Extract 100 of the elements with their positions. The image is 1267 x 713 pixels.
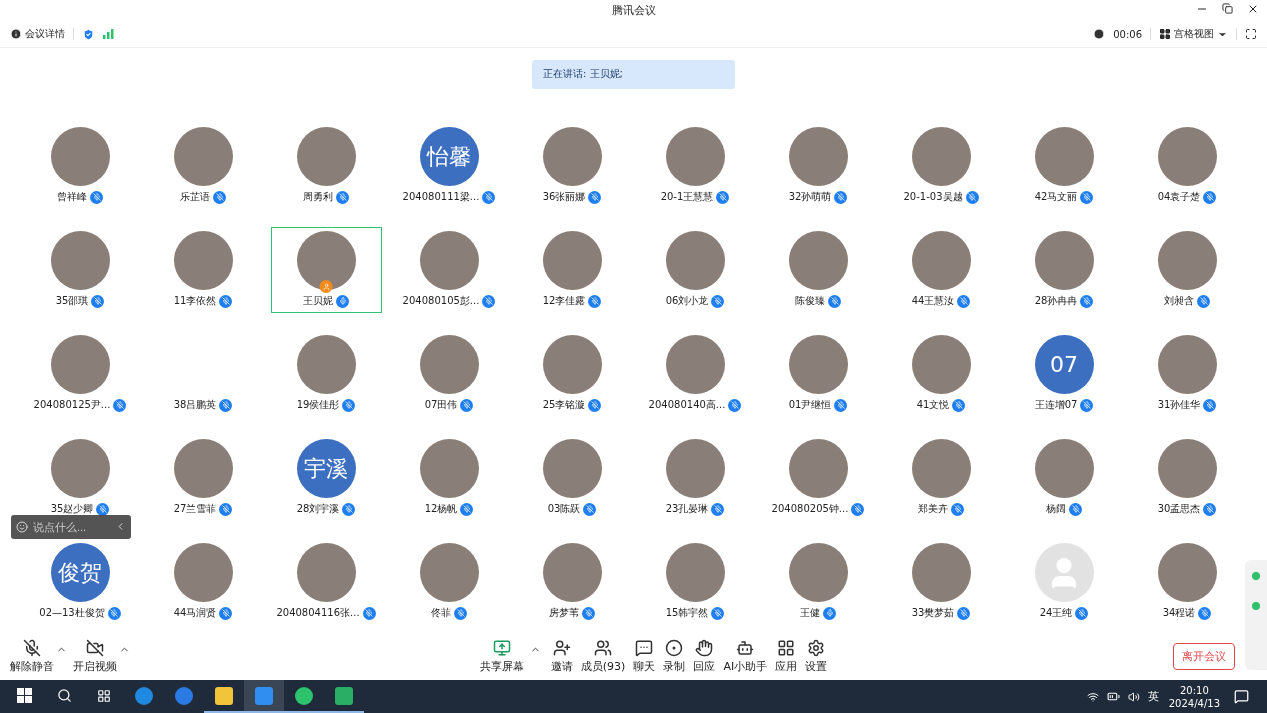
smile-icon[interactable] <box>16 520 28 533</box>
participant-tile[interactable]: 曾祥峰 <box>24 122 136 209</box>
participant-tile[interactable]: 12李佳露 <box>516 226 628 313</box>
view-mode-button[interactable]: 宫格视图 <box>1159 27 1228 42</box>
participant-tile[interactable]: 王健 <box>762 538 874 625</box>
participant-tile[interactable]: 44王慧汝 <box>885 226 997 313</box>
participant-tile[interactable]: 宇溪 28刘宇溪 <box>270 434 382 521</box>
notification-icon[interactable] <box>1234 689 1249 704</box>
participant-tile[interactable]: 27兰雪菲 <box>147 434 259 521</box>
participant-tile[interactable]: 204080105彭... <box>393 226 505 313</box>
participant-name: 房梦苇 <box>549 606 579 620</box>
battery-icon[interactable] <box>1106 690 1120 703</box>
participant-name: 204080205钟... <box>771 502 849 516</box>
chat-input[interactable]: 说点什么... <box>33 520 110 533</box>
participant-tile[interactable]: 07田伟 <box>393 330 505 417</box>
participant-tile[interactable]: 30孟思杰 <box>1131 434 1243 521</box>
participant-tile[interactable]: 31孙佳华 <box>1131 330 1243 417</box>
participant-name: 41文悦 <box>916 398 950 412</box>
participant-tile[interactable]: 36张丽娜 <box>516 122 628 209</box>
participant-tile[interactable]: 2040804116张... <box>270 538 382 625</box>
unmute-button[interactable]: 解除静音 <box>8 639 56 675</box>
participant-tile[interactable]: 19侯佳彤 <box>270 330 382 417</box>
toolbar-button[interactable]: 聊天 <box>631 639 658 675</box>
taskbar-clock[interactable]: 20:10 2024/4/13 <box>1168 683 1220 710</box>
toolbar-button[interactable]: AI小助手 <box>721 639 770 675</box>
shield-icon[interactable] <box>82 27 95 41</box>
toolbar-button[interactable]: 录制 <box>661 639 688 675</box>
participant-tile[interactable]: 07 王连增07 <box>1008 330 1120 417</box>
participant-name: 28刘宇溪 <box>296 502 340 516</box>
participant-tile[interactable]: 12杨帆 <box>393 434 505 521</box>
participant-name: 31孙佳华 <box>1157 398 1201 412</box>
participant-name: 204080105彭... <box>402 294 480 308</box>
close-icon[interactable] <box>1247 3 1259 15</box>
participant-tile[interactable]: 204080140高... <box>639 330 751 417</box>
participant-name: 12李佳露 <box>542 294 586 308</box>
floating-chat-dialog[interactable]: 说点什么... <box>11 514 131 539</box>
participant-tile[interactable]: 35邵琪 <box>24 226 136 313</box>
participant-tile[interactable]: 11李依然 <box>147 226 259 313</box>
input-method[interactable]: 英 <box>1147 689 1159 704</box>
participant-name: 03陈跃 <box>547 502 581 516</box>
participant-tile[interactable]: 28孙冉冉 <box>1008 226 1120 313</box>
participant-tile[interactable]: 01尹继恒 <box>762 330 874 417</box>
participant-tile[interactable]: 42马文丽 <box>1008 122 1120 209</box>
info-icon <box>10 28 22 41</box>
participant-tile[interactable]: 杨阔 <box>1008 434 1120 521</box>
restore-icon[interactable] <box>1222 3 1233 14</box>
meeting-details-button[interactable]: 会议详情 <box>10 27 65 42</box>
participant-tile[interactable]: 王贝妮 <box>270 226 382 313</box>
participant-name: 38吕鹏英 <box>173 398 217 412</box>
participant-name: 35赵少卿 <box>50 502 94 516</box>
participant-tile[interactable]: 俊贺 02—13杜俊贺 <box>24 538 136 625</box>
participant-tile[interactable]: 25李铭漩 <box>516 330 628 417</box>
participant-tile[interactable]: 怡馨 204080111梁... <box>393 122 505 209</box>
participant-tile[interactable]: 20-1王慧慧 <box>639 122 751 209</box>
participant-tile[interactable]: 陈俊臻 <box>762 226 874 313</box>
participant-tile[interactable]: 周勇利 <box>270 122 382 209</box>
participant-tile[interactable]: 郑美卉 <box>885 434 997 521</box>
toolbar-button[interactable]: 邀请 <box>548 639 575 675</box>
participant-tile[interactable]: 204080205钟... <box>762 434 874 521</box>
participant-tile[interactable]: 03陈跃 <box>516 434 628 521</box>
volume-icon[interactable] <box>1127 690 1140 703</box>
add-user-icon <box>552 639 571 658</box>
participant-tile[interactable]: 06刘小龙 <box>639 226 751 313</box>
participant-name: 曾祥峰 <box>57 190 87 204</box>
participant-tile[interactable]: 38吕鹏英 <box>147 330 259 417</box>
leave-meeting-button[interactable]: 离开会议 <box>1173 643 1235 671</box>
participant-tile[interactable]: 33樊梦茹 <box>885 538 997 625</box>
participant-tile[interactable]: 20-1-03吴越 <box>885 122 997 209</box>
participant-tile[interactable]: 24王纯 <box>1008 538 1120 625</box>
toolbar-button[interactable]: 共享屏幕 <box>477 639 526 675</box>
participant-tile[interactable]: 15韩宇然 <box>639 538 751 625</box>
participant-name: 23孔晏琳 <box>665 502 709 516</box>
toolbar-button[interactable]: 回应 <box>691 639 718 675</box>
fullscreen-icon[interactable] <box>1245 28 1257 41</box>
toolbar-button[interactable]: 设置 <box>803 639 830 675</box>
start-video-button[interactable]: 开启视频 <box>71 639 119 675</box>
participant-tile[interactable]: 41文悦 <box>885 330 997 417</box>
robot-icon <box>736 639 755 658</box>
wifi-icon[interactable] <box>1086 690 1099 703</box>
toolbar-button[interactable]: 成员(93) <box>578 639 628 675</box>
participant-tile[interactable]: 32孙萌萌 <box>762 122 874 209</box>
toolbar-button[interactable]: 应用 <box>773 639 800 675</box>
participant-name: 28孙冉冉 <box>1034 294 1078 308</box>
participant-tile[interactable]: 204080125尹... <box>24 330 136 417</box>
participant-tile[interactable]: 房梦苇 <box>516 538 628 625</box>
participant-tile[interactable]: 佟菲 <box>393 538 505 625</box>
participant-name: 郑美卉 <box>918 502 948 516</box>
camera-off-icon <box>86 639 104 658</box>
participant-tile[interactable]: 23孔晏琳 <box>639 434 751 521</box>
participant-tile[interactable]: 刘昶含 <box>1131 226 1243 313</box>
meeting-timer: 00:06 <box>1113 28 1142 40</box>
participant-name: 陈俊臻 <box>795 294 825 308</box>
participant-tile[interactable]: 04袁子楚 <box>1131 122 1243 209</box>
participant-tile[interactable]: 乐芷语 <box>147 122 259 209</box>
participant-tile[interactable]: 44马润贤 <box>147 538 259 625</box>
meeting-app-icon[interactable] <box>244 680 284 713</box>
speaking-banner: 正在讲话: 王贝妮; <box>532 59 735 89</box>
participant-tile[interactable]: 34程诺 <box>1131 538 1243 625</box>
participant-name: 20-1-03吴越 <box>903 190 963 204</box>
participant-name: 44马润贤 <box>173 606 217 620</box>
